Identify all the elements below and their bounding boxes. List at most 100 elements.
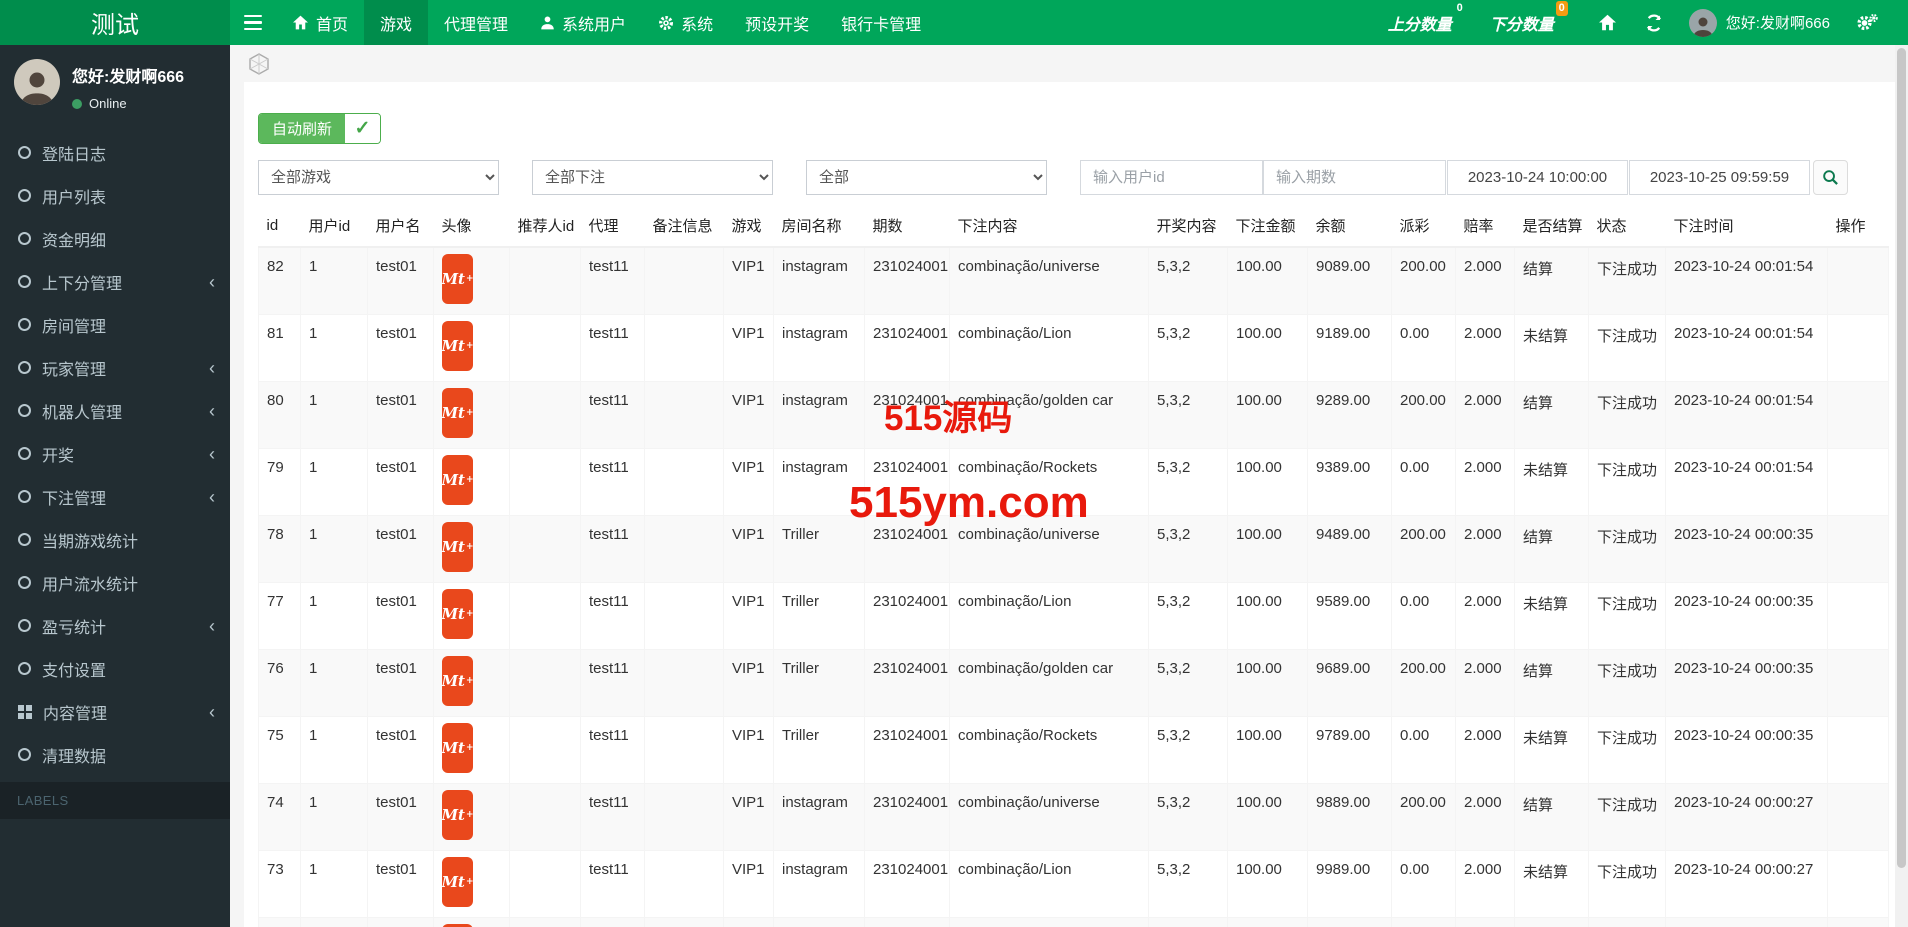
cell-bet: combinação/Lion: [950, 583, 1149, 650]
circle-icon: [18, 447, 31, 460]
user-avatar: [1689, 9, 1717, 37]
sidebar-item-15[interactable]: 清理数据: [0, 733, 230, 776]
user-menu[interactable]: 您好:发财啊666: [1677, 9, 1842, 37]
cell-odds: 2.000: [1456, 247, 1515, 315]
auto-refresh-toggle[interactable]: 自动刷新 ✓: [258, 113, 381, 144]
cell-period: 231024001: [865, 650, 950, 717]
cell-username: test01: [368, 247, 434, 315]
nav-item-7[interactable]: 银行卡管理: [825, 0, 937, 45]
sidebar-item-9[interactable]: 下注管理‹: [0, 475, 230, 518]
meitu-avatar-image: Mt+: [442, 321, 473, 371]
home-shortcut-button[interactable]: [1584, 14, 1631, 31]
cell-user_id: 1: [301, 382, 368, 449]
cell-user_id: 1: [301, 650, 368, 717]
column-header: 是否结算: [1515, 205, 1589, 247]
sidebar-item-13[interactable]: 支付设置: [0, 647, 230, 690]
cell-remark: [645, 851, 724, 918]
cell-id: 75: [259, 717, 301, 784]
cell-time: 2023-10-24 00:01:54: [1666, 382, 1828, 449]
cell-room: instagram: [774, 918, 865, 927]
cell-balance: 9189.00: [1308, 315, 1392, 382]
settings-cogs-icon[interactable]: [1842, 13, 1892, 33]
cell-room: instagram: [774, 382, 865, 449]
grid-icon: [18, 705, 32, 719]
cell-status: 下注成功: [1589, 516, 1666, 583]
search-button[interactable]: [1813, 160, 1848, 195]
cell-user_id: 1: [301, 851, 368, 918]
bet-filter-select[interactable]: 全部下注: [532, 160, 773, 195]
column-header: 备注信息: [645, 205, 724, 247]
nav-item-1[interactable]: 首页: [276, 0, 364, 45]
cell-period: 231024001: [865, 247, 950, 315]
meitu-avatar-image: Mt+: [442, 455, 473, 505]
meitu-avatar-image: Mt+: [442, 522, 473, 572]
cell-time: 2023-10-24 00:01:54: [1666, 315, 1828, 382]
filter-bar: 全部游戏 全部下注 全部: [258, 160, 1894, 195]
cell-id: 76: [259, 650, 301, 717]
cell-action: [1828, 918, 1889, 927]
date-from-input[interactable]: [1447, 160, 1628, 195]
cell-time: 2023-10-24 00:01:54: [1666, 449, 1828, 516]
down-score-menu[interactable]: 下分数量 0: [1482, 11, 1562, 35]
cell-result: 5,3,2: [1149, 650, 1228, 717]
nav-item-3[interactable]: 代理管理: [428, 0, 524, 45]
cell-settled: 未结算: [1515, 851, 1589, 918]
sidebar-item-5[interactable]: 房间管理: [0, 303, 230, 346]
column-header: 开奖内容: [1149, 205, 1228, 247]
cell-action: [1828, 382, 1889, 449]
cell-balance: 9689.00: [1308, 650, 1392, 717]
sidebar-item-7[interactable]: 机器人管理‹: [0, 389, 230, 432]
sidebar-item-4[interactable]: 上下分管理‹: [0, 260, 230, 303]
meitu-avatar-image: Mt+: [442, 790, 473, 840]
sidebar-item-1[interactable]: 登陆日志: [0, 131, 230, 174]
period-input[interactable]: [1263, 160, 1446, 195]
sidebar-item-2[interactable]: 用户列表: [0, 174, 230, 217]
sidebar-item-3[interactable]: 资金明细: [0, 217, 230, 260]
sidebar-item-10[interactable]: 当期游戏统计: [0, 518, 230, 561]
table-row: 751test01Mt+test11VIP1Triller231024001co…: [259, 717, 1889, 784]
cell-game: VIP1: [724, 650, 774, 717]
table-card: 自动刷新 ✓ 全部游戏 全部下注 全部 id用户id用户名头像推荐人id代理备注…: [244, 82, 1908, 927]
sidebar-item-8[interactable]: 开奖‹: [0, 432, 230, 475]
scrollbar-thumb[interactable]: [1897, 48, 1906, 868]
date-to-input[interactable]: [1629, 160, 1810, 195]
up-score-menu[interactable]: 上分数量 0: [1380, 11, 1460, 35]
cell-status: 下注成功: [1589, 449, 1666, 516]
vertical-scrollbar[interactable]: [1895, 45, 1908, 927]
cell-time: 2023-10-24 00:01:54: [1666, 247, 1828, 315]
sidebar-item-label: 玩家管理: [42, 356, 106, 380]
refresh-button[interactable]: [1631, 14, 1677, 32]
game-filter-select[interactable]: 全部游戏: [258, 160, 499, 195]
cell-agent: test11: [581, 315, 645, 382]
chevron-left-icon: ‹: [209, 359, 215, 377]
sidebar-item-12[interactable]: 盈亏统计‹: [0, 604, 230, 647]
status-filter-select[interactable]: 全部: [806, 160, 1047, 195]
nav-item-5[interactable]: 系统: [642, 0, 729, 45]
cell-payout: 0.00: [1392, 717, 1456, 784]
cell-username: test01: [368, 449, 434, 516]
nav-item-2[interactable]: 游戏: [364, 0, 428, 45]
cell-result: 5,3,2: [1149, 583, 1228, 650]
circle-icon: [18, 318, 31, 331]
cell-period: 231024001: [865, 516, 950, 583]
online-status: Online: [72, 96, 184, 111]
nav-item-4[interactable]: 系统用户: [524, 0, 642, 45]
sidebar-toggle-icon[interactable]: [230, 0, 276, 45]
user-id-input[interactable]: [1080, 160, 1263, 195]
cell-user_id: 1: [301, 516, 368, 583]
sidebar-item-14[interactable]: 内容管理‹: [0, 690, 230, 733]
cell-referrer: [510, 851, 581, 918]
cell-referrer: [510, 382, 581, 449]
sidebar-item-11[interactable]: 用户流水统计: [0, 561, 230, 604]
column-header: 下注内容: [950, 205, 1149, 247]
table-row: 721test01Mt+test11VIP1instagram231024001…: [259, 918, 1889, 927]
nav-item-6[interactable]: 预设开奖: [729, 0, 825, 45]
cell-remark: [645, 247, 724, 315]
cell-bet: combinação/Rockets: [950, 717, 1149, 784]
sidebar-item-6[interactable]: 玩家管理 ‹: [0, 346, 230, 389]
circle-icon: [18, 232, 31, 245]
cell-remark: [645, 650, 724, 717]
cell-referrer: [510, 784, 581, 851]
cell-referrer: [510, 516, 581, 583]
sidebar-item-label: 支付设置: [42, 657, 106, 681]
